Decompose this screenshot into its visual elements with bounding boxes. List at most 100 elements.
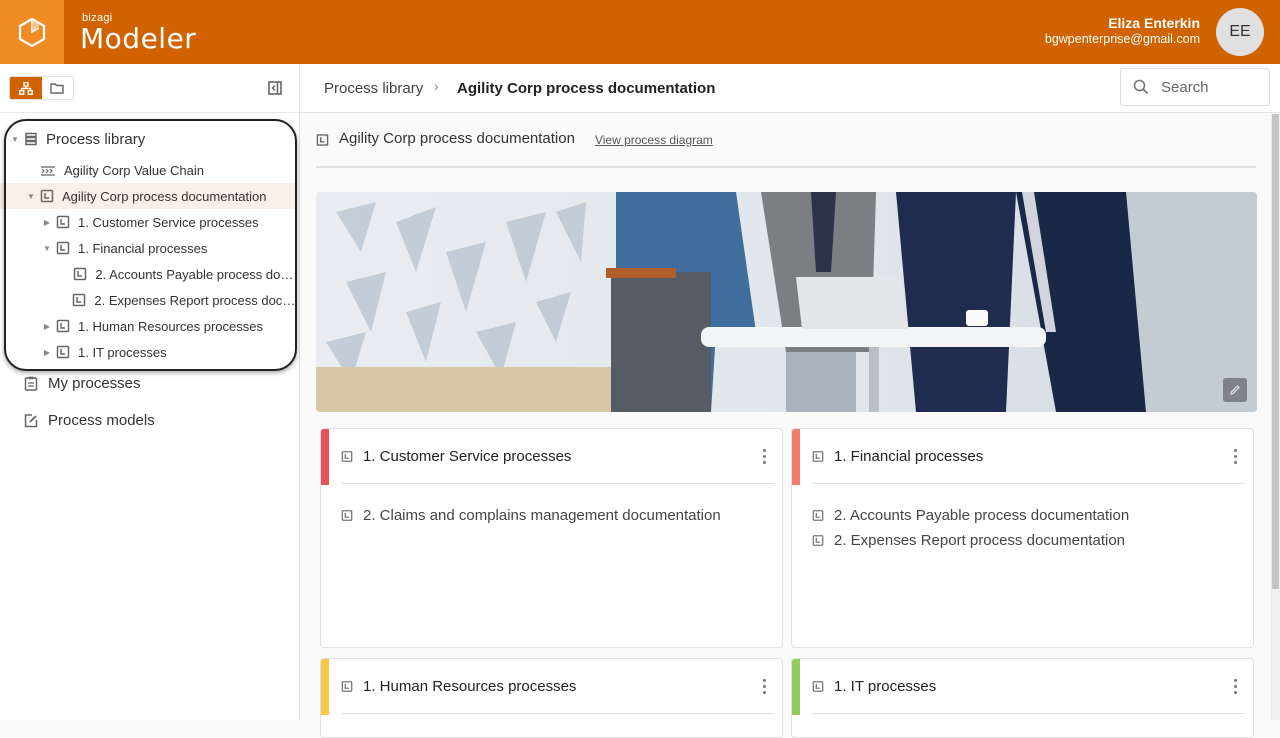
card-item[interactable]: 2. Accounts Payable process documentatio… [812,503,1129,528]
hierarchy-icon [18,81,33,95]
card-it: 1. IT processes [791,658,1254,738]
document-icon [56,319,70,333]
nav-label: Process models [48,412,155,429]
breadcrumb-current: Agility Corp process documentation [457,80,716,97]
nav-label: My processes [48,375,141,392]
expand-arrow-icon[interactable]: ▼ [10,135,20,144]
collapse-panel-icon [268,81,282,95]
document-icon [56,345,70,359]
card-header[interactable]: 1. IT processes [812,659,1245,714]
tree-item-label: 1. IT processes [78,344,167,360]
clipboard-icon [24,376,38,391]
cube-logo-icon [18,17,46,47]
document-icon [73,293,86,307]
document-icon [812,450,824,462]
card-item[interactable]: 2. Claims and complains management docum… [341,503,721,528]
card-items: 2. Claims and complains management docum… [341,503,721,528]
folder-view-button[interactable] [42,77,74,99]
tree-item-label: 2. Expenses Report process docu... [94,292,296,308]
card-item-label: 2. Claims and complains management docum… [363,507,721,524]
tree-item-it[interactable]: ▶ 1. IT processes [0,339,296,365]
search-input[interactable] [1161,78,1261,96]
expand-arrow-icon[interactable]: ▼ [26,192,36,201]
nav-process-models[interactable]: Process models [24,412,155,429]
value-chain-icon [41,166,55,176]
document-icon [40,189,54,203]
card-accent-bar [792,429,800,485]
brand-title: Modeler [80,22,197,55]
more-options-icon[interactable] [754,444,774,468]
tree-item-accounts-payable[interactable]: 2. Accounts Payable process doc... [0,261,296,287]
user-name: Eliza Enterkin [1108,15,1200,31]
nav-my-processes[interactable]: My processes [24,375,141,392]
expand-arrow-icon[interactable]: ▶ [42,348,52,357]
card-title: 1. IT processes [834,677,937,695]
document-icon [316,134,329,146]
main-scrollbar[interactable] [1271,114,1280,720]
document-icon [341,450,353,462]
document-icon [74,267,87,281]
document-icon [812,510,824,521]
card-title: 1. Human Resources processes [363,677,577,695]
view-process-diagram-link[interactable]: View process diagram [595,133,713,147]
folder-icon [50,82,64,94]
tree-item-label: Process library [46,130,146,148]
more-options-icon[interactable] [1225,674,1245,698]
more-options-icon[interactable] [1225,444,1245,468]
card-financial: 1. Financial processes 2. Accounts Payab… [791,428,1254,648]
card-title: 1. Customer Service processes [363,447,572,465]
tree-item-label: Agility Corp Value Chain [64,162,204,178]
tree-item-human-resources[interactable]: ▶ 1. Human Resources processes [0,313,296,339]
card-human-resources: 1. Human Resources processes [320,658,783,738]
document-icon [812,535,824,546]
expand-arrow-icon[interactable]: ▼ [42,244,52,253]
library-icon [25,132,37,146]
card-accent-bar [321,659,329,715]
card-item-label: 2. Expenses Report process documentation [834,532,1125,549]
user-email: bgwpenterprise@gmail.com [1044,32,1200,46]
expand-arrow-icon[interactable]: ▶ [42,322,52,331]
collapse-sidebar-button[interactable] [268,81,282,95]
card-item-label: 2. Accounts Payable process documentatio… [834,507,1130,524]
tree-item-label: 1. Human Resources processes [78,318,263,334]
tree-item-label: 2. Accounts Payable process doc... [95,266,296,282]
banner-image [316,192,1257,412]
tree-item-process-library[interactable]: ▼ Process library [0,126,296,152]
edit-banner-button[interactable] [1223,378,1247,402]
card-title: 1. Financial processes [834,447,984,465]
user-avatar[interactable]: EE [1216,8,1264,56]
card-customer-service: 1. Customer Service processes 2. Claims … [320,428,783,648]
more-options-icon[interactable] [754,674,774,698]
scrollbar-thumb[interactable] [1272,114,1279,589]
content-header: Agility Corp process documentation View … [316,130,1256,168]
card-accent-bar [792,659,800,715]
card-accent-bar [321,429,329,485]
document-icon [56,241,70,255]
tree-item-financial[interactable]: ▼ 1. Financial processes [0,235,296,261]
search-box[interactable] [1120,68,1270,106]
sidebar: ▼ Process library Agility Corp Value Cha… [0,64,300,720]
content-title: Agility Corp process documentation [339,130,575,147]
main-topbar: Process library › Agility Corp process d… [300,64,1280,113]
document-icon [812,680,824,692]
card-header[interactable]: 1. Customer Service processes [341,429,774,484]
bizagi-logo[interactable] [0,0,64,64]
breadcrumb-process-library[interactable]: Process library [324,80,423,97]
hierarchy-view-button[interactable] [10,77,42,99]
tree-item-label: 1. Customer Service processes [78,214,259,230]
expand-arrow-icon[interactable]: ▶ [42,218,52,227]
pencil-icon [1230,385,1240,395]
card-header[interactable]: 1. Financial processes [812,429,1245,484]
tree-item-agility-corp-documentation[interactable]: ▼ Agility Corp process documentation [0,183,296,209]
edit-document-icon [24,414,38,428]
card-item[interactable]: 2. Expenses Report process documentation [812,528,1129,553]
tree-item-expenses-report[interactable]: 2. Expenses Report process docu... [0,287,296,313]
tree-item-label: 1. Financial processes [78,240,208,256]
view-toggle [9,76,74,100]
tree-item-customer-service[interactable]: ▶ 1. Customer Service processes [0,209,296,235]
tree-item-value-chain[interactable]: Agility Corp Value Chain [0,157,296,183]
card-header[interactable]: 1. Human Resources processes [341,659,774,714]
breadcrumb-separator-icon: › [434,78,439,94]
team-photo [316,192,1257,412]
sidebar-toolbar [0,64,299,113]
